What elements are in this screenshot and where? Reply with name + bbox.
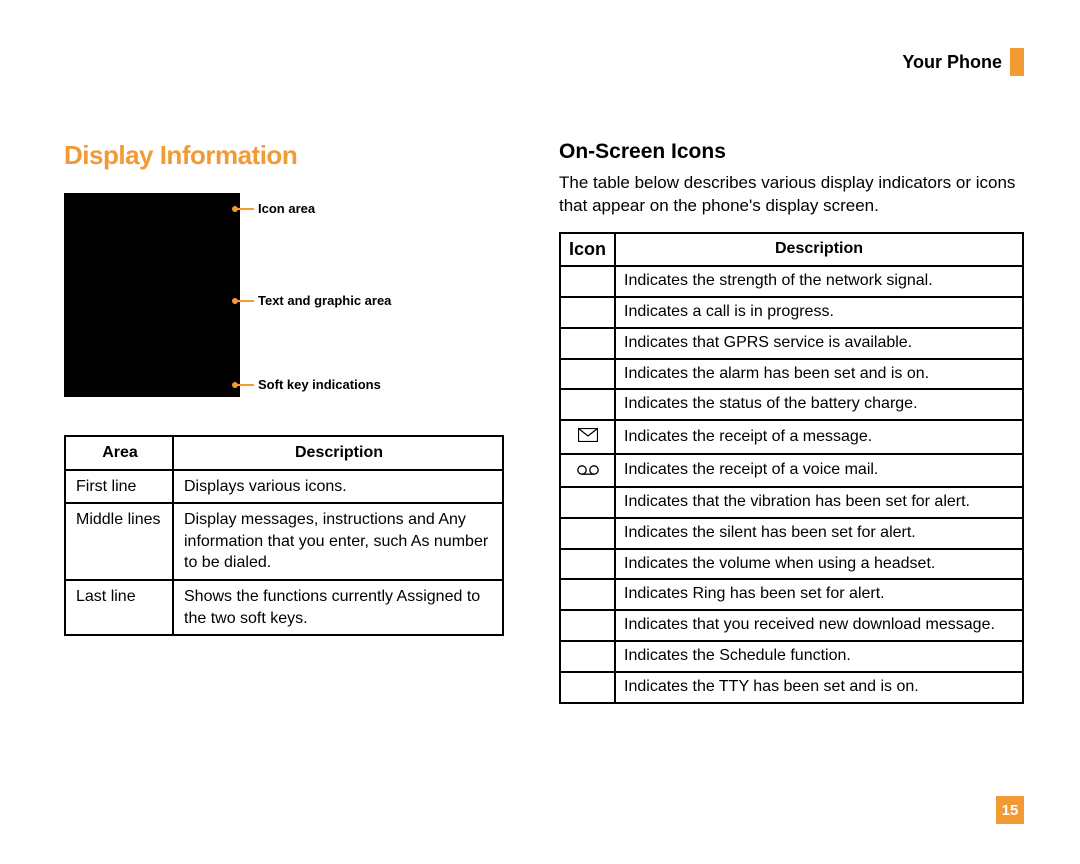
cell-desc: Indicates the Schedule function.	[615, 641, 1023, 672]
cell-desc: Display messages, instructions and Any i…	[173, 503, 503, 580]
table-row: Indicates a call is in progress.	[560, 297, 1023, 328]
cell-icon	[560, 579, 615, 610]
cell-desc: Indicates that you received new download…	[615, 610, 1023, 641]
content-columns: Display Information Icon area Text and g…	[64, 140, 1024, 704]
table-row: Indicates the volume when using a headse…	[560, 549, 1023, 580]
col-header-icon: Icon	[560, 233, 615, 266]
cell-area: Last line	[65, 580, 173, 635]
table-row: Indicates the strength of the network si…	[560, 266, 1023, 297]
col-header-area: Area	[65, 436, 173, 470]
cell-desc: Indicates the TTY has been set and is on…	[615, 672, 1023, 703]
cell-desc: Indicates the alarm has been set and is …	[615, 359, 1023, 390]
cell-desc: Shows the functions currently Assigned t…	[173, 580, 503, 635]
cell-area: First line	[65, 470, 173, 504]
table-row: Indicates that you received new download…	[560, 610, 1023, 641]
cell-icon	[560, 328, 615, 359]
cell-icon	[560, 518, 615, 549]
cell-area: Middle lines	[65, 503, 173, 580]
display-diagram: Icon area Text and graphic area Soft key…	[64, 193, 504, 397]
cell-desc: Indicates that GPRS service is available…	[615, 328, 1023, 359]
cell-desc: Indicates the status of the battery char…	[615, 389, 1023, 420]
chapter-header: Your Phone	[902, 48, 1024, 76]
table-header-row: Icon Description	[560, 233, 1023, 266]
cell-desc: Indicates that the vibration has been se…	[615, 487, 1023, 518]
table-row: Indicates the Schedule function.	[560, 641, 1023, 672]
table-row: Indicates the alarm has been set and is …	[560, 359, 1023, 390]
table-row: Last line Shows the functions currently …	[65, 580, 503, 635]
table-row: Indicates the receipt of a message.	[560, 420, 1023, 453]
table-row: Indicates the status of the battery char…	[560, 389, 1023, 420]
cell-icon	[560, 359, 615, 390]
area-description-table: Area Description First line Displays var…	[64, 435, 504, 636]
cell-icon	[560, 389, 615, 420]
cell-desc: Indicates the strength of the network si…	[615, 266, 1023, 297]
cell-icon	[560, 641, 615, 672]
cell-desc: Indicates the receipt of a voice mail.	[615, 454, 1023, 487]
voicemail-icon	[577, 460, 599, 480]
onscreen-icons-heading: On-Screen Icons	[559, 140, 1024, 164]
table-row: Indicates the TTY has been set and is on…	[560, 672, 1023, 703]
callout-text-area: Text and graphic area	[258, 293, 391, 309]
right-column: On-Screen Icons The table below describe…	[559, 140, 1024, 704]
table-row: Indicates the silent has been set for al…	[560, 518, 1023, 549]
cell-desc: Indicates the volume when using a headse…	[615, 549, 1023, 580]
callout-icon-area: Icon area	[258, 201, 315, 217]
cell-icon	[560, 549, 615, 580]
cell-icon	[560, 487, 615, 518]
callout-softkey: Soft key indications	[258, 377, 381, 393]
cell-icon	[560, 672, 615, 703]
table-row: Indicates Ring has been set for alert.	[560, 579, 1023, 610]
col-header-desc: Description	[615, 233, 1023, 266]
chapter-title: Your Phone	[902, 52, 1002, 73]
cell-icon	[560, 297, 615, 328]
table-row: Indicates that the vibration has been se…	[560, 487, 1023, 518]
table-row: Indicates the receipt of a voice mail.	[560, 454, 1023, 487]
table-row: First line Displays various icons.	[65, 470, 503, 504]
page-number-badge: 15	[996, 796, 1024, 824]
header-accent-block	[1010, 48, 1024, 76]
cell-desc: Indicates the receipt of a message.	[615, 420, 1023, 453]
phone-screen-illustration	[64, 193, 240, 397]
diagram-callouts: Icon area Text and graphic area Soft key…	[258, 193, 504, 397]
envelope-icon	[578, 426, 598, 446]
table-header-row: Area Description	[65, 436, 503, 470]
cell-desc: Displays various icons.	[173, 470, 503, 504]
cell-desc: Indicates the silent has been set for al…	[615, 518, 1023, 549]
table-row: Indicates that GPRS service is available…	[560, 328, 1023, 359]
col-header-desc: Description	[173, 436, 503, 470]
page-number: 15	[1002, 802, 1019, 819]
left-column: Display Information Icon area Text and g…	[64, 140, 504, 704]
icon-description-table: Icon Description Indicates the strength …	[559, 232, 1024, 704]
display-info-heading: Display Information	[64, 140, 504, 171]
cell-icon	[560, 610, 615, 641]
cell-icon	[560, 420, 615, 453]
cell-desc: Indicates a call is in progress.	[615, 297, 1023, 328]
table-row: Middle lines Display messages, instructi…	[65, 503, 503, 580]
cell-icon	[560, 454, 615, 487]
onscreen-icons-intro: The table below describes various displa…	[559, 172, 1024, 218]
cell-desc: Indicates Ring has been set for alert.	[615, 579, 1023, 610]
cell-icon	[560, 266, 615, 297]
